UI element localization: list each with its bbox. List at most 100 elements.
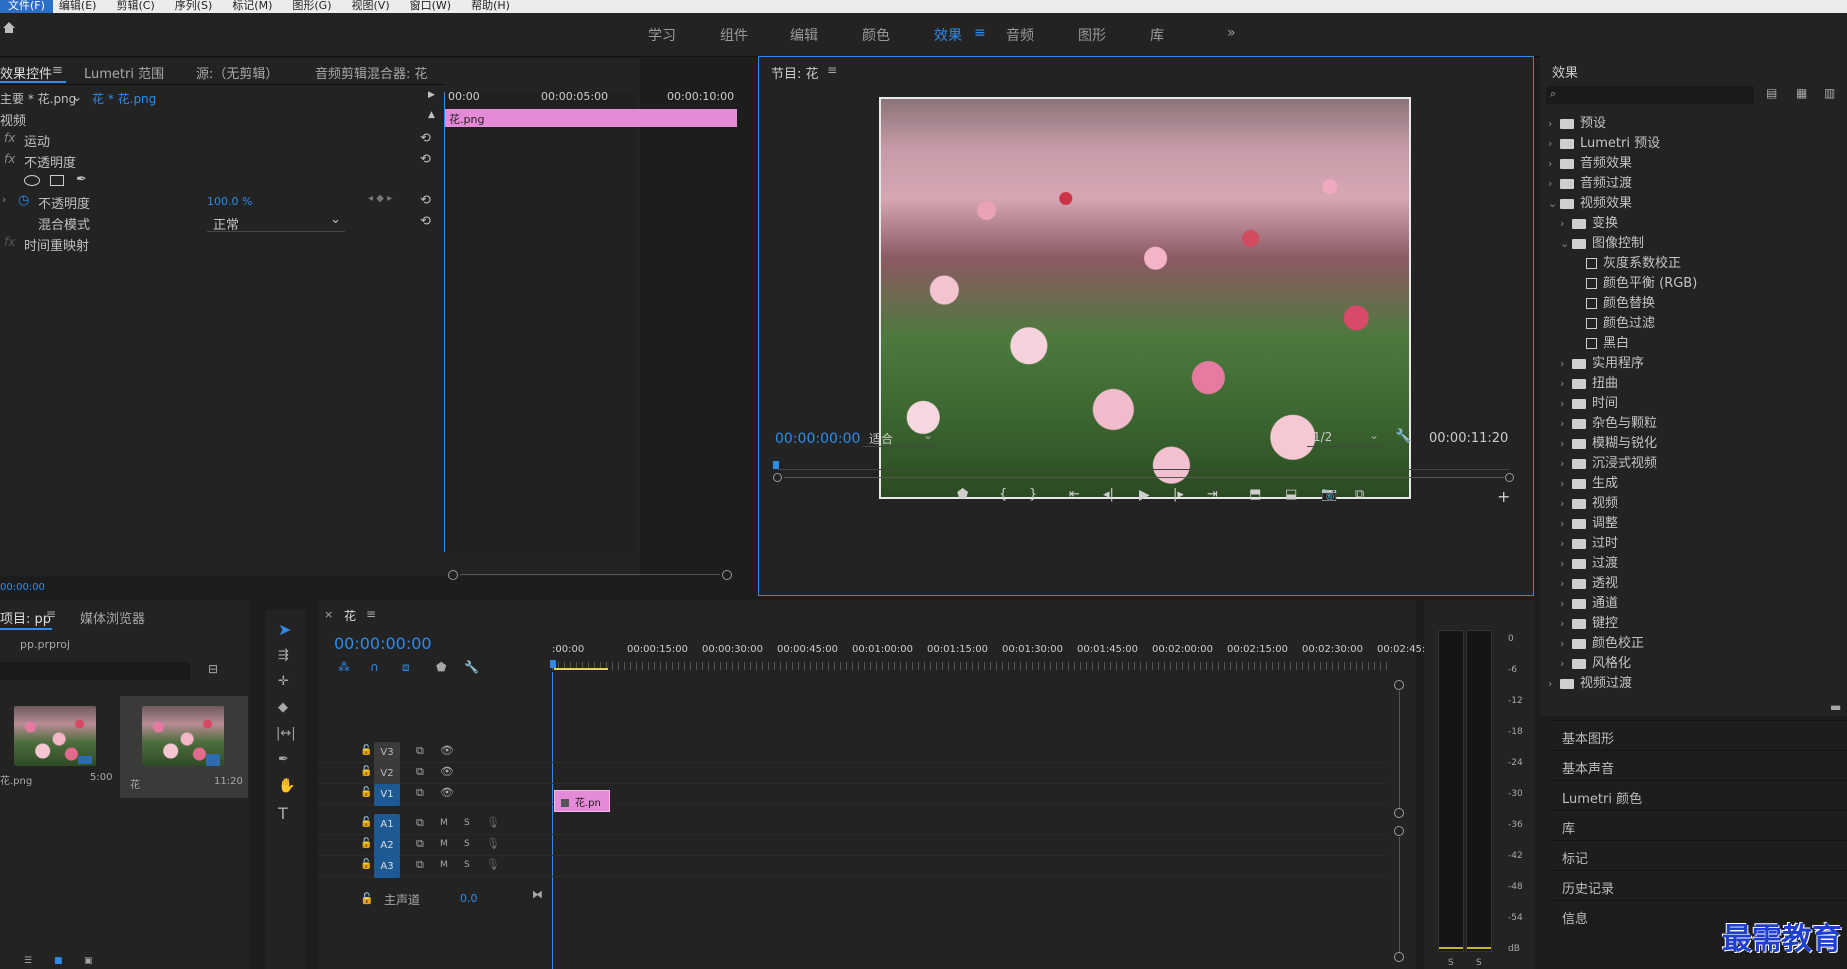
effect-preset-item[interactable]: 黑白 — [1572, 332, 1629, 351]
effect-preset-item[interactable]: 颜色平衡 (RGB) — [1572, 272, 1697, 291]
program-monitor-title[interactable]: 节目: 花 — [771, 63, 819, 82]
microphone-icon[interactable]: 🎙 — [486, 837, 500, 850]
panel-tab[interactable]: 基本声音 — [1552, 750, 1847, 780]
sync-lock-icon[interactable]: ⧉ — [416, 765, 424, 779]
chevron-right-icon[interactable]: › — [1560, 597, 1572, 610]
menu-item[interactable]: 图形(G) — [286, 0, 345, 13]
workspace-tab[interactable]: 颜色 — [862, 25, 890, 45]
effects-bin-item[interactable]: ⌄ 视频效果 — [1548, 192, 1632, 211]
mute-button[interactable]: M — [440, 860, 448, 870]
reset-icon[interactable]: ⟲ — [420, 193, 431, 208]
effects-bin-item[interactable]: ⌄ 图像控制 — [1560, 232, 1644, 251]
menu-item[interactable]: 文件(F) — [0, 0, 53, 13]
effects-bin-item[interactable]: › 颜色校正 — [1560, 632, 1644, 651]
clip-bar[interactable]: 花.png — [445, 109, 737, 127]
effects-bin-item[interactable]: › 通道 — [1560, 592, 1618, 611]
scroll-up-icon[interactable]: ▲ — [428, 110, 435, 120]
mute-button[interactable]: M — [440, 818, 448, 828]
reset-icon[interactable]: ⟲ — [420, 152, 431, 167]
chevron-right-icon[interactable]: › — [1560, 557, 1572, 570]
effects-bin-item[interactable]: › 视频 — [1560, 492, 1618, 511]
effect-preset-item[interactable]: 颜色过滤 — [1572, 312, 1655, 331]
workspace-tab[interactable]: 编辑 — [790, 25, 818, 45]
workspace-overflow-icon[interactable]: » — [1227, 25, 1236, 41]
reset-icon[interactable]: ⟲ — [420, 214, 431, 229]
work-area-bar[interactable] — [554, 668, 608, 670]
workspace-tab[interactable]: 学习 — [648, 25, 676, 45]
workspace-tab[interactable]: 图形 — [1078, 25, 1106, 45]
chevron-right-icon[interactable]: › — [1548, 177, 1560, 190]
program-timecode[interactable]: 00:00:00:00 — [775, 431, 860, 447]
solo-left-button[interactable]: S — [1448, 958, 1454, 968]
add-marker-icon[interactable]: ⬟ — [436, 660, 446, 674]
ripple-edit-tool-icon[interactable]: ✛ — [278, 674, 289, 689]
solo-right-button[interactable]: S — [1476, 958, 1482, 968]
ellipse-mask-icon[interactable] — [24, 175, 40, 186]
play-icon[interactable]: ▶ — [1139, 487, 1150, 503]
accelerated-effects-icon[interactable]: ▤ — [1766, 86, 1777, 100]
project-item[interactable]: 花 11:20 — [120, 696, 248, 798]
solo-button[interactable]: S — [464, 860, 470, 870]
chevron-right-icon[interactable]: › — [1560, 517, 1572, 530]
lock-icon[interactable]: 🔓 — [360, 745, 372, 756]
home-icon[interactable] — [2, 21, 16, 33]
effects-bin-item[interactable]: › 扭曲 — [1560, 372, 1618, 391]
track-select-tool-icon[interactable]: ⇶ — [278, 648, 289, 663]
chevron-down-icon[interactable]: ⌄ — [1560, 237, 1572, 250]
effect-controls-timeline[interactable]: 00:00 00:00:05:00 00:00:10:00 花.png — [444, 90, 737, 552]
playhead-handle[interactable] — [550, 660, 556, 668]
slip-tool-icon[interactable]: |↔| — [276, 726, 296, 741]
track-label[interactable]: A3 — [374, 856, 400, 878]
yuv-effects-icon[interactable]: ▥ — [1824, 86, 1835, 100]
track-label[interactable]: A2 — [374, 835, 400, 857]
solo-button[interactable]: S — [464, 839, 470, 849]
timeline-ruler[interactable]: :00:00 00:00:15:00 00:00:30:00 00:00:45:00 0… — [552, 644, 1425, 674]
nest-icon[interactable]: ⁂ — [338, 660, 350, 674]
effects-bin-item[interactable]: › 实用程序 — [1560, 352, 1644, 371]
step-back-icon[interactable]: ◂| — [1103, 487, 1114, 502]
chevron-right-icon[interactable]: › — [1560, 537, 1572, 550]
effects-bin-item[interactable]: › Lumetri 预设 — [1548, 132, 1660, 151]
close-icon[interactable]: × — [324, 608, 333, 621]
chevron-right-icon[interactable]: › — [1560, 637, 1572, 650]
sync-lock-icon[interactable]: ⧉ — [416, 858, 424, 872]
chevron-right-icon[interactable]: › — [1560, 457, 1572, 470]
menu-item[interactable]: 视图(V) — [346, 0, 404, 13]
chevron-right-icon[interactable]: › — [1560, 657, 1572, 670]
fx-icon[interactable]: fx — [4, 131, 15, 145]
chevron-right-icon[interactable]: › — [1548, 157, 1560, 170]
panel-tab[interactable]: 基本图形 — [1552, 720, 1847, 750]
sequence-clip-label[interactable]: 花 * 花.png — [92, 90, 156, 107]
chevron-right-icon[interactable]: › — [1560, 577, 1572, 590]
track-label[interactable]: V3 — [374, 742, 400, 764]
expand-chevron-icon[interactable]: › — [2, 193, 14, 206]
tab-effect-controls[interactable]: 效果控件 — [0, 63, 52, 82]
go-to-out-icon[interactable]: ⇥ — [1207, 487, 1218, 502]
add-marker-icon[interactable]: ⬟ — [957, 487, 968, 502]
effects-bin-item[interactable]: › 风格化 — [1560, 652, 1631, 671]
chevron-down-icon[interactable]: ⌄ — [1548, 197, 1560, 210]
motion-effect[interactable]: 运动 — [24, 131, 50, 150]
chevron-right-icon[interactable]: › — [1560, 477, 1572, 490]
chevron-right-icon[interactable]: › — [1560, 617, 1572, 630]
workspace-menu-icon[interactable]: ≡ — [974, 25, 986, 41]
eye-icon[interactable]: 👁 — [440, 765, 454, 778]
new-search-bin-icon[interactable]: ⊟ — [208, 662, 218, 676]
linked-selection-icon[interactable]: ⧈ — [402, 660, 410, 675]
project-item[interactable]: 花.png 5:00 — [0, 696, 118, 787]
play-arrow-icon[interactable]: ▶ — [428, 90, 435, 100]
audio-track[interactable]: 🔓 A3 ⧉ M S 🎙 — [318, 856, 1388, 878]
chevron-right-icon[interactable]: › — [1560, 437, 1572, 450]
mute-button[interactable]: M — [440, 839, 448, 849]
effects-bin-item[interactable]: › 过时 — [1560, 532, 1618, 551]
freeform-view-icon[interactable]: ▣ — [84, 956, 93, 966]
wrench-icon[interactable]: 🔧 — [1395, 429, 1411, 444]
effects-bin-item[interactable]: › 音频过渡 — [1548, 172, 1632, 191]
master-clip-label[interactable]: 主要 * 花.png — [0, 90, 76, 107]
microphone-icon[interactable]: 🎙 — [486, 858, 500, 871]
menu-item[interactable]: 帮助(H) — [465, 0, 524, 13]
blend-mode-select[interactable]: 正常 ⌄ — [207, 212, 345, 233]
sync-lock-icon[interactable]: ⧉ — [416, 786, 424, 800]
chevron-right-icon[interactable]: › — [1548, 677, 1560, 690]
panel-tab[interactable]: 历史记录 — [1552, 870, 1847, 900]
